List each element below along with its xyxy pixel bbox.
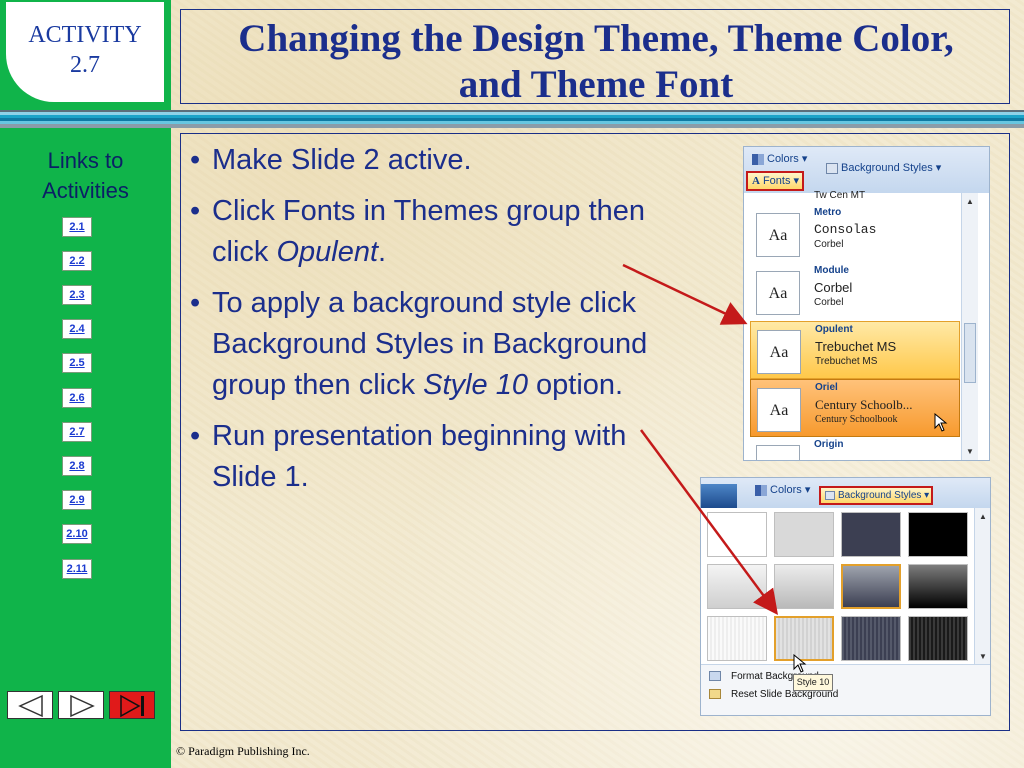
background-styles-button[interactable]: Background Styles ▾: [819, 486, 933, 505]
title-line2: and Theme Font: [458, 63, 734, 106]
bullet-item: • Make Slide 2 active.: [190, 144, 472, 176]
scroll-down-icon: ▼: [979, 652, 987, 661]
format-background-icon: [709, 671, 721, 681]
link-activity-2-7[interactable]: 2.7: [62, 422, 92, 442]
link-activity-2-5[interactable]: 2.5: [62, 353, 92, 373]
font-icon: A: [752, 175, 760, 187]
arrow-left-icon: [18, 694, 43, 718]
links-title: Links to Activities: [0, 146, 171, 206]
link-activity-2-9[interactable]: 2.9: [62, 490, 92, 510]
badge-number: 2.7: [70, 52, 100, 78]
link-activity-2-10[interactable]: 2.10: [62, 524, 92, 544]
link-activity-2-3[interactable]: 2.3: [62, 285, 92, 305]
palette-icon: [755, 484, 767, 496]
end-show-button[interactable]: [109, 691, 155, 719]
background-menu: Format Background... Reset Slide Backgro…: [701, 664, 990, 715]
mouse-cursor-icon: [793, 654, 807, 673]
font-preview-icon: Aa: [756, 445, 800, 460]
style-swatch-9[interactable]: [707, 616, 767, 661]
style-swatch-1[interactable]: [707, 512, 767, 557]
link-activity-2-1[interactable]: 2.1: [62, 217, 92, 237]
skip-end-icon: [120, 694, 144, 718]
font-preview-icon: Aa: [757, 330, 801, 374]
links-title-line1: Links to: [47, 148, 124, 173]
mouse-cursor-icon: [934, 413, 948, 432]
link-activity-2-11[interactable]: 2.11: [62, 559, 92, 579]
fonts-list: Tw Cen MT Aa Metro Consolas Corbel Aa Mo…: [744, 190, 978, 460]
reset-background-icon: [709, 689, 721, 699]
font-item-partial: Tw Cen MT: [814, 190, 866, 201]
font-item-metro[interactable]: Aa Metro Consolas Corbel: [750, 205, 960, 263]
scrollbar-thumb[interactable]: [964, 323, 976, 383]
activity-badge: ACTIVITY 2.7: [6, 2, 164, 102]
font-item-oriel[interactable]: Aa Oriel Century Schoolb... Century Scho…: [750, 379, 960, 437]
title-line1: Changing the Design Theme, Theme Color,: [238, 17, 954, 60]
link-activity-2-4[interactable]: 2.4: [62, 319, 92, 339]
font-item-opulent[interactable]: Aa Opulent Trebuchet MS Trebuchet MS: [750, 321, 960, 379]
font-item-module[interactable]: Aa Module Corbel Corbel: [750, 263, 960, 321]
style-swatch-5[interactable]: [707, 564, 767, 609]
style-tooltip: Style 10: [793, 674, 833, 691]
page-title: Changing the Design Theme, Theme Color, …: [181, 16, 1011, 108]
scroll-up-icon: ▲: [979, 512, 987, 521]
link-activity-2-8[interactable]: 2.8: [62, 456, 92, 476]
colors-button[interactable]: Colors ▾: [752, 152, 807, 165]
bullet-item: • To apply a background style click Backg…: [190, 287, 648, 401]
background-ribbon: Colors ▾ Background Styles ▾: [701, 478, 990, 508]
themes-ribbon: Colors ▾ Background Styles ▾ A Fonts ▾: [744, 147, 989, 193]
next-slide-button[interactable]: [58, 691, 104, 719]
bullet-item: • Run presentation beginning with Slide 1…: [190, 420, 627, 493]
link-activity-2-6[interactable]: 2.6: [62, 388, 92, 408]
font-item-origin[interactable]: Aa Origin: [750, 437, 960, 460]
style-swatch-3[interactable]: [841, 512, 901, 557]
background-styles-button[interactable]: Background Styles ▾: [826, 161, 941, 174]
gallery-scrollbar[interactable]: ▲ ▼: [974, 508, 990, 664]
badge-label: ACTIVITY: [28, 22, 142, 48]
font-preview-icon: Aa: [756, 271, 800, 315]
slide-thumbnail: [701, 484, 737, 508]
bullet-item: • Click Fonts in Themes group then click …: [190, 195, 646, 268]
divider-stripe: [0, 110, 1024, 128]
background-styles-screenshot: Colors ▾ Background Styles ▾ ▲ ▼ Format …: [700, 477, 991, 716]
style-swatch-2[interactable]: [774, 512, 834, 557]
fonts-button[interactable]: A Fonts ▾: [746, 171, 804, 191]
palette-icon: [752, 153, 764, 165]
title-frame: Changing the Design Theme, Theme Color, …: [180, 9, 1010, 106]
background-icon: [825, 490, 835, 500]
style-swatch-6[interactable]: [774, 564, 834, 609]
style-swatch-8[interactable]: [908, 564, 968, 609]
scroll-down-icon: ▼: [966, 447, 974, 456]
copyright-footer: © Paradigm Publishing Inc.: [176, 744, 310, 758]
scroll-up-icon: ▲: [966, 197, 974, 206]
style-swatch-12[interactable]: [908, 616, 968, 661]
arrow-right-icon: [70, 694, 95, 718]
style-swatch-11[interactable]: [841, 616, 901, 661]
font-preview-icon: Aa: [757, 388, 801, 432]
links-title-line2: Activities: [42, 178, 129, 203]
previous-slide-button[interactable]: [7, 691, 53, 719]
fonts-list-scrollbar[interactable]: ▲ ▼: [961, 193, 978, 460]
background-icon: [826, 162, 838, 174]
font-preview-icon: Aa: [756, 213, 800, 257]
fonts-dropdown-screenshot: Colors ▾ Background Styles ▾ A Fonts ▾ Tw…: [743, 146, 990, 461]
instruction-list: • Make Slide 2 active. • Click Fonts in Th…: [188, 140, 658, 508]
style-swatch-7[interactable]: [841, 564, 901, 609]
link-activity-2-2[interactable]: 2.2: [62, 251, 92, 271]
colors-button[interactable]: Colors ▾: [755, 483, 810, 496]
style-swatch-4[interactable]: [908, 512, 968, 557]
